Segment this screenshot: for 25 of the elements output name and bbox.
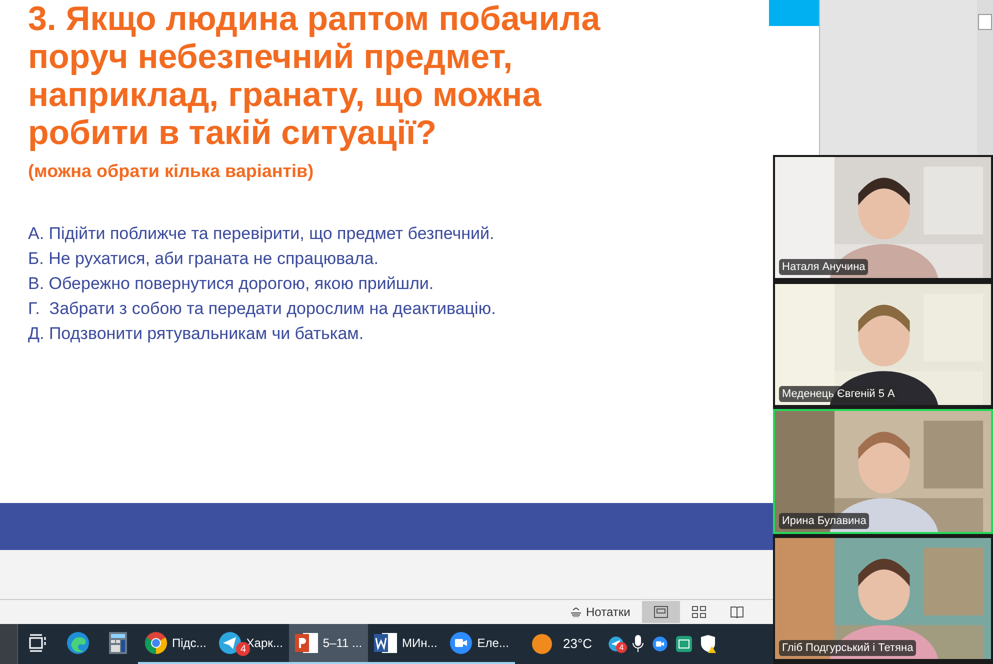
taskbar-app[interactable]: Еле... bbox=[443, 624, 515, 664]
slide-subtitle: (можна обрати кілька варіантів) bbox=[28, 160, 315, 183]
answer-option: Б. Не рухатися, аби граната не спрацювала. bbox=[28, 246, 759, 271]
participant-name: Наталя Анучина bbox=[779, 258, 868, 275]
video-tile[interactable]: Наталя Анучина bbox=[773, 155, 993, 280]
taskbar-app[interactable]: 5–11 ... bbox=[288, 624, 368, 664]
answer-option: Д. Подзвонити рятувальникам чи батькам. bbox=[28, 321, 759, 346]
weather-text[interactable]: 23°C bbox=[562, 634, 592, 654]
video-tile[interactable]: Гліб Подгурський і Тетяна bbox=[773, 536, 993, 661]
participant-name: Гліб Подгурський і Тетяна bbox=[779, 640, 916, 656]
participant-name: Меденець Євгеній 5 А bbox=[779, 386, 898, 402]
slide-title-line: 3. Якщо людина раптом побачила bbox=[28, 0, 602, 38]
tray-badge: 4 bbox=[616, 642, 628, 653]
notes-button[interactable]: Нотатки bbox=[566, 603, 634, 621]
video-tile[interactable]: Ирина Булавина bbox=[773, 409, 993, 534]
slide-title-line: поруч небезпечний предмет, bbox=[28, 38, 514, 76]
video-tile[interactable]: Меденець Євгеній 5 А bbox=[773, 282, 993, 407]
taskbar-app[interactable]: МИн... bbox=[368, 624, 444, 664]
slide-title-line: наприклад, гранату, що можна bbox=[28, 76, 542, 114]
taskbar-app[interactable]: Підс... bbox=[138, 624, 212, 664]
answer-option: А. Підійти поближче та перевірити, що предмет безпечний. bbox=[28, 221, 759, 246]
answer-option: Г. Забрати з собою та передати дорослим на деактивацію. bbox=[28, 296, 759, 321]
answer-option: В. Обережно повернутися дорогою, якою прийшли. bbox=[28, 271, 759, 296]
slide-title-line: робити в такій ситуації? bbox=[28, 114, 438, 152]
participant-name: Ирина Булавина bbox=[779, 512, 870, 529]
